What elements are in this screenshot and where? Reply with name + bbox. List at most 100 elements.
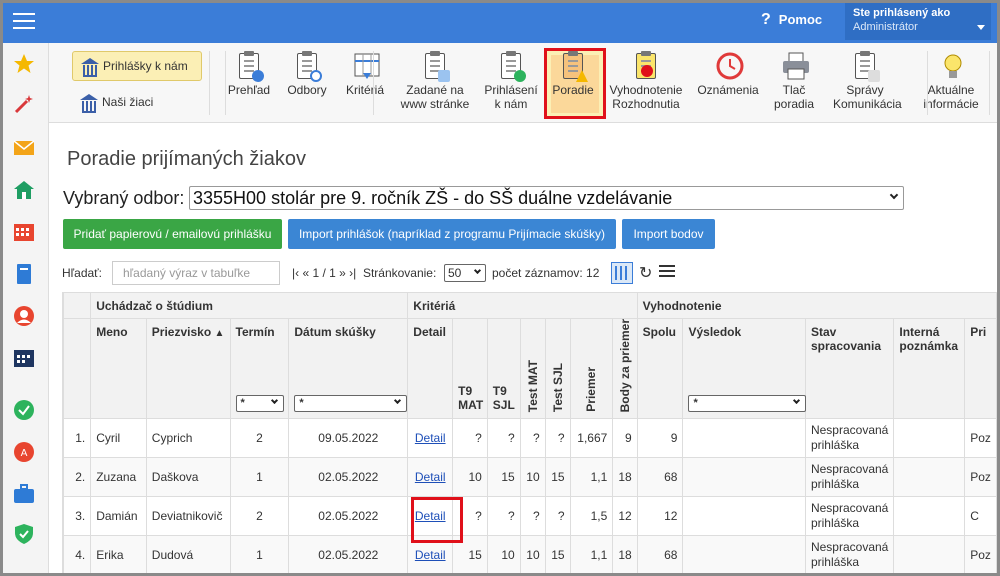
termin-filter-select[interactable]: * [235,395,284,412]
cell-testsjl: ? [544,418,571,458]
col-detail: Detail [407,318,454,419]
ribbon-aktualne[interactable]: Aktuálne informácie [905,51,997,111]
cell-priezvisko: Daškova [145,457,231,497]
cell-priemer: 1,5 [569,496,614,536]
ribbon-vyhodnotenie[interactable]: Vyhodnotenie Rozhodnutia [599,51,693,111]
search-input[interactable]: hľadaný výraz v tabuľke [112,261,280,285]
group-kriteria: Kritériá [407,292,638,319]
briefcase-icon[interactable] [13,483,35,505]
add-paper-application-button[interactable]: Pridať papierovú / emailovú prihlášku [63,219,282,249]
col-poznamka[interactable]: Interná poznámka [893,318,966,419]
magic-wand-icon[interactable] [13,93,35,115]
column-grid-icon[interactable] [611,262,633,284]
user-menu[interactable]: Ste prihlásený ako Administrátor [845,3,991,40]
home-icon[interactable] [13,179,35,201]
detail-link[interactable]: Detail [415,470,446,484]
lightbulb-icon [938,51,964,81]
envelope-icon[interactable] [13,137,35,159]
col-priemer[interactable]: Priemer [569,318,614,419]
vysledok-filter-select[interactable]: * [688,395,807,412]
book-icon[interactable] [13,263,35,285]
cell-priemer: 1,1 [569,457,614,497]
col-t9mat[interactable]: T9 MAT [452,318,488,419]
help-link[interactable]: ? Pomoc [761,11,822,29]
divider [373,51,374,115]
cell-body: 9 [612,418,638,458]
table-row[interactable]: 3. Damián Deviatnikovič 2 02.05.2022 Detail??… [63,496,997,536]
criteria-icon [352,51,380,81]
detail-link[interactable]: Detail [415,548,446,562]
col-t9sjl[interactable]: T9 SJL [486,318,521,419]
cell-spolu: 68 [636,535,684,573]
table-row[interactable]: 2. Zuzana Daškova 1 02.05.2022 Detail 10 15 10 15… [63,457,997,497]
col-priezvisko[interactable]: Priezvisko ▲ [145,318,231,419]
cell-priemer: 1,667 [569,418,614,458]
sort-asc-icon: ▲ [214,328,225,339]
table-row[interactable]: 4. Erika Dudová 1 02.05.2022 Detail 15 10 10 15 1,… [63,535,997,573]
cell-t9sjl: ? [486,418,521,458]
pager[interactable]: |‹ « 1 / 1 » ›| Stránkovanie: [292,266,436,280]
import-points-button[interactable]: Import bodov [622,219,715,249]
group-vyhodnotenie: Vyhodnotenie [636,292,997,319]
ribbon-prehlad[interactable]: Prehľad [217,51,281,97]
cell-testmat: ? [519,418,546,458]
cell-testsjl: ? [544,496,571,536]
col-spolu[interactable]: Spolu [636,318,684,419]
datum-filter-select[interactable]: * [294,395,408,412]
odbor-select[interactable]: 3355H00 stolár pre 9. ročník ZŠ - do SŠ … [189,186,904,210]
svg-text:A: A [21,448,28,459]
cell-body: 18 [612,535,638,573]
ribbon-poradie[interactable]: Poradie [538,51,608,97]
results-table: Uchádzač o štúdium Kritériá Vyhodnotenie… [63,292,997,573]
printer-icon [781,51,809,81]
cell-testmat: 10 [519,457,546,497]
cell-meno: Erika [90,535,147,573]
calendar-grid-icon[interactable] [13,221,35,243]
question-icon: ? [761,11,771,28]
check-doc-icon [498,51,526,82]
ribbon-nasi-ziaci[interactable]: Naši žiaci [72,89,202,117]
highlight-detail [411,497,463,543]
check-circle-icon[interactable] [13,399,35,421]
col-testsjl[interactable]: Test SJL [544,318,571,419]
cell-stav: Nespracovaná prihláška [804,535,895,573]
bank-icon [80,93,98,113]
calendar-icon[interactable] [13,347,35,369]
ribbon-spravy[interactable]: Správy Komunikácia [833,51,902,111]
col-datum[interactable]: Dátum skúšky * [288,318,409,419]
chevron-down-icon [473,266,482,275]
col-pri[interactable]: Pri [964,318,997,419]
col-stav[interactable]: Stav spracovania [804,318,895,419]
overview-icon [236,51,264,82]
cell-poznamka [893,418,966,458]
cell-testmat: 10 [519,535,546,573]
shield-check-icon[interactable] [13,523,35,545]
col-testmat[interactable]: Test MAT [519,318,546,419]
ribbon-tlac[interactable]: Tlač poradia [759,51,829,111]
divider [209,51,210,115]
refresh-icon[interactable]: ↻ [639,263,652,283]
col-meno[interactable]: Meno [90,318,147,419]
col-vysledok[interactable]: Výsledok * [682,318,807,419]
cell-termin: 2 [229,496,290,536]
col-body[interactable]: Body za priemer [612,318,638,419]
table-row[interactable]: 1. Cyril Cyprich 2 09.05.2022 Detail???? 1,667… [63,418,997,458]
cell-spolu: 68 [636,457,684,497]
cell-datum: 02.05.2022 [288,457,409,497]
cell-t9sjl: 15 [486,457,521,497]
cell-termin: 1 [229,535,290,573]
col-termin[interactable]: Termín * [229,318,290,419]
hamburger-menu-icon[interactable] [13,13,35,31]
list-icon[interactable] [659,265,675,277]
error-icon[interactable]: A [13,441,35,463]
top-bar: ? Pomoc Ste prihlásený ako Administrátor [3,3,997,43]
cell-detail: Detail [407,418,454,458]
page-size-select[interactable]: 50 [444,264,486,282]
divider [989,51,990,115]
user-circle-icon[interactable] [13,305,35,327]
import-applications-button[interactable]: Import prihlášok (napríklad z programu P… [288,219,616,249]
star-icon[interactable] [13,53,35,75]
ribbon-prihlasky-k-nam[interactable]: Prihlášky k nám [72,51,202,81]
detail-link[interactable]: Detail [415,431,446,445]
cell-vysledok [682,496,806,536]
